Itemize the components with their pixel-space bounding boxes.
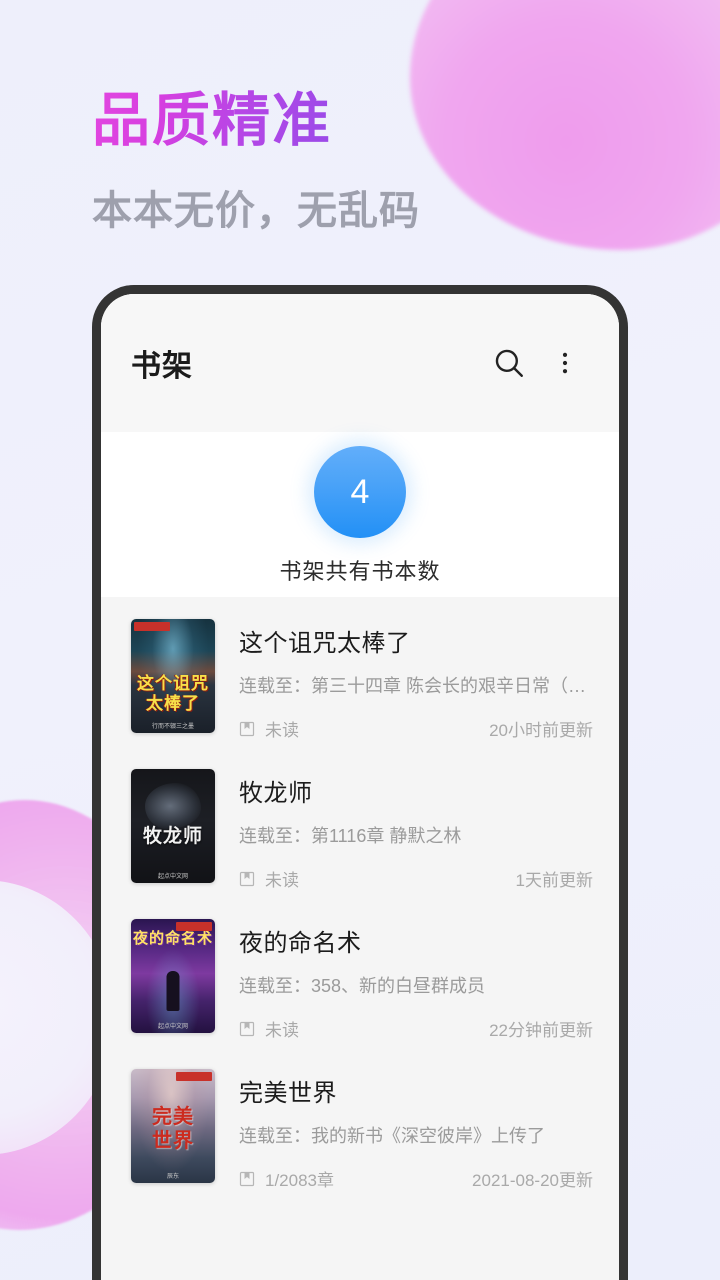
book-cover[interactable]: 夜的命名术 起点中文网	[131, 919, 215, 1033]
book-mark-icon	[239, 1021, 255, 1037]
book-list-item[interactable]: 这个诅咒 太棒了 行而不辍三之墨 这个诅咒太棒了 连载至：第三十四章 陈会长的艰…	[101, 605, 619, 755]
search-icon	[492, 346, 526, 380]
cover-brand-badge	[176, 922, 212, 931]
book-count-label: 书架共有书本数	[279, 559, 441, 584]
book-info: 夜的命名术 连载至：358、新的白昼群成员 未读 22分钟前更新	[239, 919, 593, 1041]
book-status: 1/2083章	[239, 1166, 472, 1191]
promo-headline: 品质精准	[92, 88, 333, 153]
book-status-text: 未读	[265, 871, 299, 890]
book-cover[interactable]: 这个诅咒 太棒了 行而不辍三之墨	[131, 619, 215, 733]
bookshelf-counter: 4 书架共有书本数	[101, 432, 619, 597]
book-meta: 未读 20小时前更新	[239, 716, 593, 741]
book-list: 这个诅咒 太棒了 行而不辍三之墨 这个诅咒太棒了 连载至：第三十四章 陈会长的艰…	[101, 597, 619, 1205]
page-title: 书架	[131, 350, 193, 383]
more-vertical-icon	[551, 349, 579, 377]
cover-title-line1: 夜的命名术	[132, 930, 213, 947]
book-mark-icon	[239, 1171, 255, 1187]
book-status: 未读	[239, 716, 489, 741]
book-meta: 未读 1天前更新	[239, 866, 593, 891]
book-status: 未读	[239, 866, 516, 891]
cover-title-line2: 世界	[152, 1130, 194, 1152]
cover-footer: 起点中文网	[157, 874, 188, 880]
book-updated-time: 2021-08-20更新	[472, 1171, 593, 1190]
book-updated-time: 1天前更新	[515, 871, 593, 890]
book-title: 牧龙师	[239, 780, 313, 807]
book-latest-chapter: 连载至：我的新书《深空彼岸》上传了	[239, 1126, 545, 1146]
cover-title-line1: 完美	[152, 1106, 194, 1128]
book-count-circle: 4	[314, 446, 406, 538]
book-status: 未读	[239, 1016, 489, 1041]
book-info: 完美世界 连载至：我的新书《深空彼岸》上传了 1/2083章 2021-08-2…	[239, 1069, 593, 1191]
book-meta: 1/2083章 2021-08-20更新	[239, 1166, 593, 1191]
book-list-item[interactable]: 牧龙师 起点中文网 牧龙师 连载至：第1116章 静默之林 未读 1天前更新	[101, 755, 619, 905]
cover-footer: 起点中文网	[157, 1024, 188, 1030]
book-mark-icon	[239, 721, 255, 737]
cover-art-figure	[166, 971, 180, 1011]
cover-title-line1: 这个诅咒	[137, 674, 209, 693]
book-list-item[interactable]: 完美 世界 辰东 完美世界 连载至：我的新书《深空彼岸》上传了 1/2083章 …	[101, 1055, 619, 1205]
cover-brand-badge	[176, 1072, 212, 1081]
phone-mockup: 书架 4 书架共有书本数 这个诅咒 太棒了 行而不辍三之墨 这个诅咒太棒了 连载…	[92, 285, 628, 1280]
cover-title-line2: 太棒了	[146, 694, 200, 713]
cover-art-dragon	[145, 783, 201, 829]
app-bar: 书架	[101, 294, 619, 432]
book-cover[interactable]: 牧龙师 起点中文网	[131, 769, 215, 883]
promo-subhead: 本本无价，无乱码	[92, 189, 420, 233]
book-list-item[interactable]: 夜的命名术 起点中文网 夜的命名术 连载至：358、新的白昼群成员 未读 22分…	[101, 905, 619, 1055]
book-info: 牧龙师 连载至：第1116章 静默之林 未读 1天前更新	[239, 769, 593, 891]
book-cover[interactable]: 完美 世界 辰东	[131, 1069, 215, 1183]
promo-page: 品质精准 本本无价，无乱码 书架 4 书架共有书本数 这个诅咒 太棒了 行而不辍…	[0, 0, 720, 1280]
decorative-blob-top-right	[410, 0, 720, 250]
overflow-menu-button[interactable]	[537, 335, 593, 391]
book-title: 这个诅咒太棒了	[239, 630, 411, 657]
book-updated-time: 22分钟前更新	[489, 1021, 593, 1040]
book-latest-chapter: 连载至：第三十四章 陈会长的艰辛日常（一）	[239, 676, 593, 696]
book-info: 这个诅咒太棒了 连载至：第三十四章 陈会长的艰辛日常（一） 未读 20小时前更新	[239, 619, 593, 741]
book-title: 夜的命名术	[239, 930, 362, 957]
cover-brand-badge	[134, 622, 170, 631]
book-meta: 未读 22分钟前更新	[239, 1016, 593, 1041]
phone-screen: 书架 4 书架共有书本数 这个诅咒 太棒了 行而不辍三之墨 这个诅咒太棒了 连载…	[101, 294, 619, 1280]
book-mark-icon	[239, 871, 255, 887]
search-button[interactable]	[481, 335, 537, 391]
cover-title-line1: 牧龙师	[142, 826, 203, 847]
cover-footer: 辰东	[166, 1174, 179, 1180]
book-status-text: 1/2083章	[265, 1171, 334, 1190]
book-latest-chapter: 连载至：第1116章 静默之林	[239, 826, 462, 846]
book-title: 完美世界	[239, 1080, 337, 1107]
book-status-text: 未读	[265, 721, 299, 740]
book-status-text: 未读	[265, 1021, 299, 1040]
book-latest-chapter: 连载至：358、新的白昼群成员	[239, 976, 486, 996]
book-updated-time: 20小时前更新	[489, 721, 593, 740]
cover-footer: 行而不辍三之墨	[151, 724, 194, 730]
